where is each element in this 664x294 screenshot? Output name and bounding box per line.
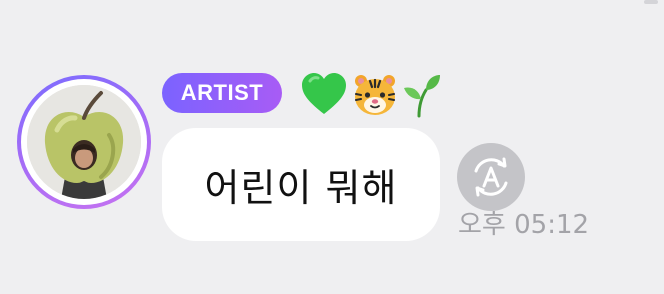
avatar[interactable] <box>17 75 151 209</box>
message-text: 어린이 뭐해 <box>204 166 398 210</box>
message-bubble[interactable]: 어린이 뭐해 <box>162 128 440 241</box>
green-heart-icon <box>300 72 348 118</box>
avatar-frame <box>21 79 147 205</box>
tiger-face-icon <box>352 72 398 118</box>
reaction-emoji-row <box>300 72 442 118</box>
translate-button[interactable] <box>457 143 525 211</box>
message-timestamp: 오후 05:12 <box>458 210 590 240</box>
top-edge-indicator <box>644 0 658 4</box>
translate-a-icon <box>474 157 508 197</box>
artist-badge: ARTIST <box>162 73 282 113</box>
seedling-icon <box>402 72 442 118</box>
avatar-photo <box>27 85 141 199</box>
